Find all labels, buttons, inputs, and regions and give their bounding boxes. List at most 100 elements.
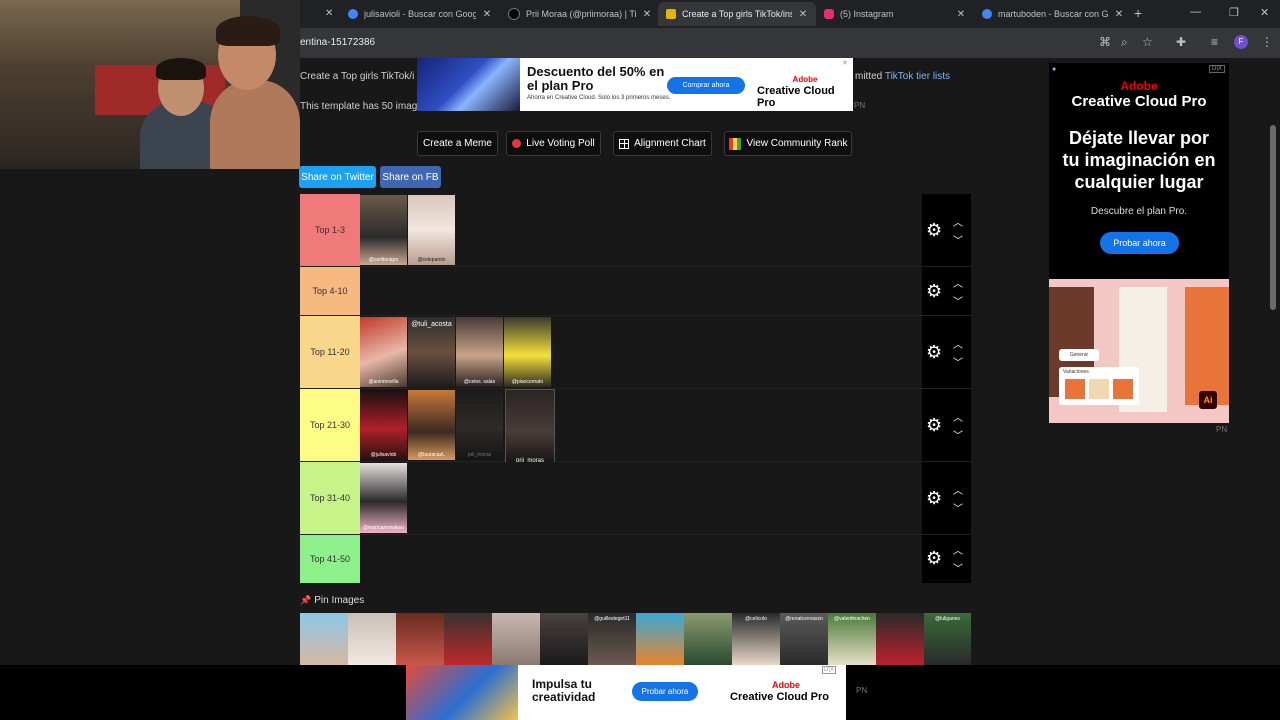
google-icon bbox=[348, 9, 358, 19]
pin-image[interactable] bbox=[492, 613, 540, 665]
move-up-chevron-icon[interactable]: ︿ bbox=[953, 409, 963, 424]
move-down-chevron-icon[interactable]: ﹀ bbox=[953, 354, 963, 369]
close-tab-icon[interactable]: ✕ bbox=[798, 9, 808, 20]
tier-item-image[interactable]: @martuamoraleso bbox=[360, 463, 407, 533]
adchoices-icon[interactable]: D|X bbox=[822, 666, 836, 674]
tier-items[interactable]: @martuamoraleso bbox=[360, 462, 922, 534]
bottom-banner-ad[interactable]: Impulsa tu creatividad Probar ahora Adob… bbox=[406, 665, 846, 720]
tier-items[interactable]: @julisaviob @lauracazL prii_moras prii_m… bbox=[360, 389, 922, 467]
browser-tab[interactable]: Prii Moraa (@priimoraa) | TikTok ✕ bbox=[500, 2, 660, 26]
right-sidebar-ad[interactable]: D|X ● Adobe Creative Cloud Pro Déjate ll… bbox=[1049, 63, 1229, 423]
translate-icon[interactable]: ⌘ bbox=[1099, 35, 1111, 49]
pin-image[interactable] bbox=[540, 613, 588, 665]
move-down-chevron-icon[interactable]: ﹀ bbox=[953, 427, 963, 442]
move-up-chevron-icon[interactable]: ︿ bbox=[953, 336, 963, 351]
tier-items[interactable] bbox=[360, 267, 922, 315]
tier-items[interactable] bbox=[360, 535, 922, 583]
close-tab-icon[interactable]: ✕ bbox=[642, 9, 652, 20]
move-up-chevron-icon[interactable]: ︿ bbox=[953, 275, 963, 290]
unranked-images-strip[interactable]: @guillesteget11 @celicolo @renatozevaszo… bbox=[300, 613, 971, 665]
browser-tab[interactable]: martuboden - Buscar con Google ✕ bbox=[974, 2, 1132, 26]
extensions-icon[interactable]: ✚ bbox=[1176, 35, 1186, 49]
tier-item-image[interactable]: @piaocornato bbox=[504, 317, 551, 387]
ad-close-icon[interactable]: ✕ bbox=[842, 59, 848, 67]
tiktok-tier-lists-link[interactable]: TikTok tier lists bbox=[885, 71, 950, 82]
move-down-chevron-icon[interactable]: ﹀ bbox=[953, 500, 963, 515]
close-tab-icon[interactable]: ✕ bbox=[482, 9, 492, 20]
share-twitter-button[interactable]: Share on Twitter bbox=[299, 166, 376, 188]
tier-label[interactable]: Top 11-20 bbox=[300, 316, 360, 388]
move-up-chevron-icon[interactable]: ︿ bbox=[953, 542, 963, 557]
tier-item-image[interactable]: @aninmovilla bbox=[360, 317, 407, 387]
browser-tab[interactable]: julisavioli - Buscar con Google ✕ bbox=[340, 2, 500, 26]
adchoices-icon[interactable]: D|X bbox=[1209, 65, 1225, 73]
share-fb-button[interactable]: Share on FB bbox=[380, 166, 441, 188]
tier-items[interactable]: @aninmovilla @tuli_acosta @celes. salas … bbox=[360, 316, 922, 388]
move-down-chevron-icon[interactable]: ﹀ bbox=[953, 560, 963, 575]
move-up-chevron-icon[interactable]: ︿ bbox=[953, 214, 963, 229]
ad-info-icon[interactable]: ● bbox=[1052, 66, 1056, 73]
ad-try-button[interactable]: Probar ahora bbox=[632, 682, 698, 701]
new-tab-button[interactable]: + bbox=[1134, 5, 1142, 21]
close-tab-icon[interactable]: ✕ bbox=[1114, 9, 1124, 20]
pin-image[interactable]: @renatozevaszo bbox=[780, 613, 828, 665]
pin-image[interactable]: @celicolo bbox=[732, 613, 780, 665]
bookmark-star-icon[interactable]: ☆ bbox=[1142, 35, 1153, 49]
settings-gear-icon[interactable]: ⚙ bbox=[926, 281, 942, 302]
zoom-icon[interactable]: ⌕ bbox=[1121, 35, 1128, 50]
close-tab-icon[interactable]: ✕ bbox=[956, 9, 966, 20]
move-down-chevron-icon[interactable]: ﹀ bbox=[953, 232, 963, 247]
media-controls-icon[interactable]: ≡ bbox=[1211, 35, 1218, 49]
browser-tab[interactable]: (5) Instagram ✕ bbox=[816, 2, 974, 26]
tier-item-image[interactable]: @tuli_acosta bbox=[408, 317, 455, 387]
close-tab-icon[interactable]: ✕ bbox=[325, 8, 333, 19]
tier-item-image[interactable]: @julisaviob bbox=[360, 390, 407, 460]
pin-image[interactable] bbox=[348, 613, 396, 665]
pin-image[interactable] bbox=[396, 613, 444, 665]
settings-gear-icon[interactable]: ⚙ bbox=[926, 488, 942, 509]
tier-label[interactable]: Top 1-3 bbox=[300, 194, 360, 266]
tier-item-image[interactable]: @carlitonigro bbox=[360, 195, 407, 265]
tier-item-image[interactable]: @lauracazL bbox=[408, 390, 455, 460]
url-text[interactable]: entina-15172386 bbox=[300, 37, 375, 48]
pin-image[interactable] bbox=[636, 613, 684, 665]
tier-item-image[interactable]: prii_moras bbox=[456, 390, 503, 460]
dragging-item-image[interactable]: prii_moras bbox=[505, 389, 555, 467]
tier-items[interactable]: @carlitonigro @celepamio bbox=[360, 194, 922, 266]
page-scrollbar-thumb[interactable] bbox=[1270, 125, 1276, 310]
tier-label[interactable]: Top 4-10 bbox=[300, 267, 360, 315]
create-meme-button[interactable]: Create a Meme bbox=[417, 131, 498, 156]
alignment-chart-button[interactable]: Alignment Chart bbox=[613, 131, 712, 156]
settings-gear-icon[interactable]: ⚙ bbox=[926, 548, 942, 569]
move-down-chevron-icon[interactable]: ﹀ bbox=[953, 293, 963, 308]
pin-image[interactable] bbox=[876, 613, 924, 665]
close-window-icon[interactable]: ✕ bbox=[1260, 6, 1269, 19]
tier-label[interactable]: Top 41-50 bbox=[300, 535, 360, 583]
pin-image[interactable]: @luliganes bbox=[924, 613, 971, 665]
pin-image[interactable]: @valentinachen bbox=[828, 613, 876, 665]
minimize-icon[interactable]: — bbox=[1190, 6, 1201, 18]
top-banner-ad[interactable]: Descuento del 50% en el plan Pro Ahorra … bbox=[417, 58, 853, 111]
pin-image[interactable] bbox=[684, 613, 732, 665]
tier-label[interactable]: Top 21-30 bbox=[300, 389, 360, 461]
tier-item-image[interactable]: @celes. salas bbox=[456, 317, 503, 387]
pin-image[interactable]: @guillesteget11 bbox=[588, 613, 636, 665]
settings-gear-icon[interactable]: ⚙ bbox=[926, 415, 942, 436]
person-right-hair bbox=[216, 16, 280, 46]
tier-item-image[interactable]: @celepamio bbox=[408, 195, 455, 265]
restore-icon[interactable]: ❐ bbox=[1229, 6, 1239, 19]
settings-gear-icon[interactable]: ⚙ bbox=[926, 220, 942, 241]
ad-try-button[interactable]: Probar ahora bbox=[1100, 232, 1179, 254]
profile-avatar[interactable]: F bbox=[1234, 35, 1248, 49]
pin-images-label[interactable]: 📌 Pin Images bbox=[300, 595, 364, 606]
settings-gear-icon[interactable]: ⚙ bbox=[926, 342, 942, 363]
browser-tab-active[interactable]: Create a Top girls TikTok/insta ✕ bbox=[658, 2, 816, 26]
tier-label[interactable]: Top 31-40 bbox=[300, 462, 360, 534]
live-voting-poll-button[interactable]: Live Voting Poll bbox=[506, 131, 601, 156]
move-up-chevron-icon[interactable]: ︿ bbox=[953, 482, 963, 497]
ad-buy-button[interactable]: Comprar ahora bbox=[667, 77, 745, 94]
view-community-rank-button[interactable]: View Community Rank bbox=[724, 131, 852, 156]
menu-kebab-icon[interactable]: ⋮ bbox=[1261, 35, 1273, 49]
pin-image[interactable] bbox=[444, 613, 492, 665]
pin-image[interactable] bbox=[300, 613, 348, 665]
